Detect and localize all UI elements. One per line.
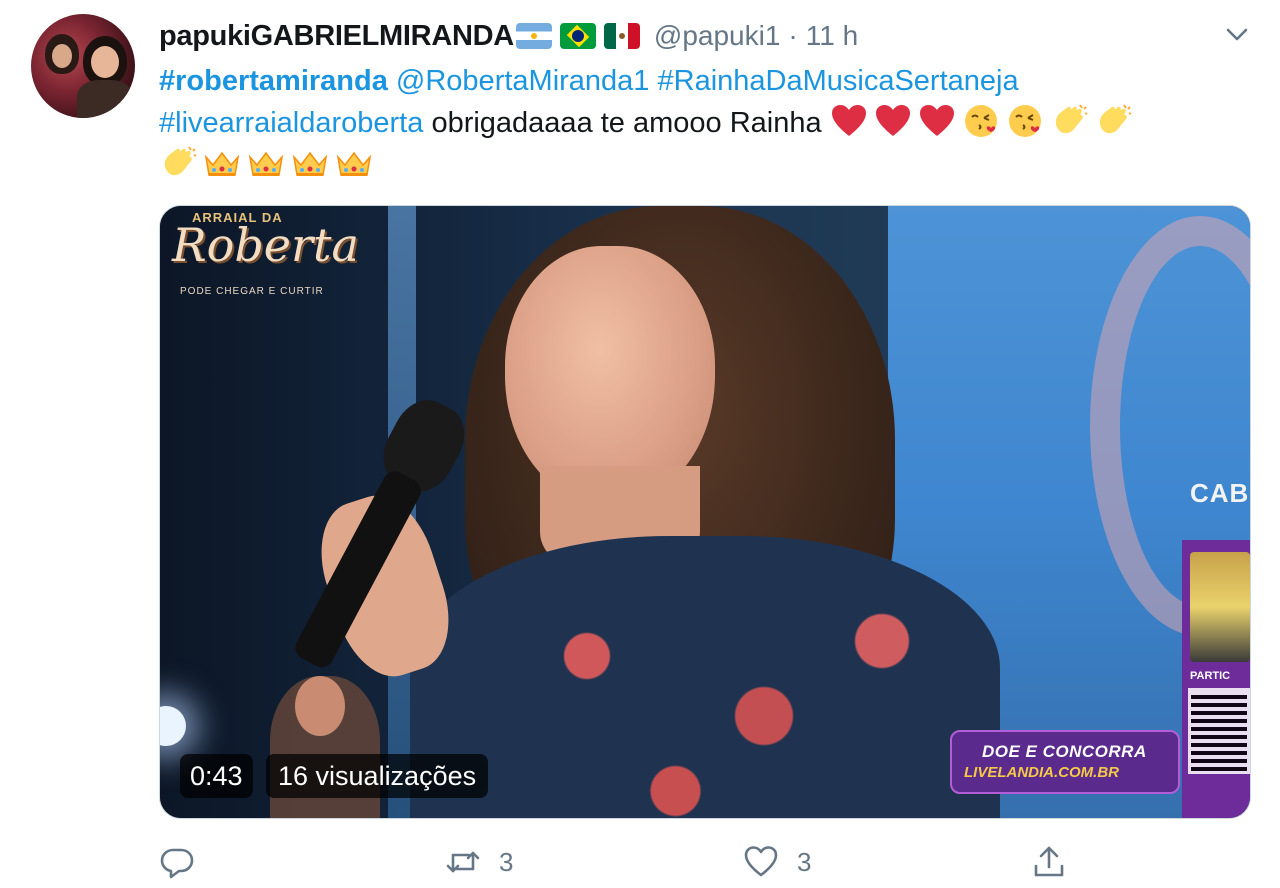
separator-dot: ·	[788, 20, 798, 51]
share-button[interactable]	[1031, 838, 1085, 886]
kiss-face-emoji-icon	[964, 105, 997, 137]
video-singer-blouse	[410, 536, 1000, 818]
author-handle[interactable]: @papuki1	[654, 20, 781, 52]
video-player[interactable]: ARRAIAL DA Roberta PODE CHEGAR E CURTIR …	[159, 205, 1251, 819]
promo-label: PARTIC	[1190, 670, 1231, 682]
hashtag-link[interactable]: #robertamiranda	[159, 65, 388, 97]
flag-brazil-icon	[559, 23, 596, 49]
video-promo-panel: PARTIC	[1182, 540, 1250, 818]
author-name[interactable]: papukiGABRIELMIRANDA	[159, 20, 514, 53]
avatar-body-right	[77, 80, 133, 118]
tweet-body-text: obrigadaaaa te amooo Rainha	[431, 107, 822, 139]
crown-emoji-icon	[336, 151, 372, 176]
retweet-icon	[446, 851, 480, 873]
tweet-header: papukiGABRIELMIRANDA @papuki1 · 11 h	[159, 16, 858, 56]
tweet-timestamp[interactable]: 11 h	[806, 20, 858, 52]
video-interpreter-face	[295, 676, 345, 736]
tweet-card[interactable]: papukiGABRIELMIRANDA @papuki1 · 11 h #ro…	[0, 0, 1280, 888]
qr-code-icon	[1188, 688, 1250, 774]
promo-artwork	[1190, 552, 1250, 662]
donation-banner-url: LIVELANDIA.COM.BR	[964, 764, 1119, 781]
heart-icon	[744, 846, 778, 877]
crown-emoji-icon	[248, 151, 284, 176]
hashtag-link[interactable]: #livearraialdaroberta	[159, 107, 423, 139]
share-icon	[1034, 846, 1064, 877]
clapping-hands-emoji-icon	[164, 146, 197, 176]
clapping-hands-emoji-icon	[1055, 104, 1088, 134]
chevron-down-icon[interactable]	[1222, 20, 1252, 50]
flag-argentina-icon	[515, 23, 552, 49]
retweet-button[interactable]: 3	[445, 838, 513, 886]
kiss-face-emoji-icon	[1008, 105, 1041, 137]
logo-name-text: Roberta	[172, 218, 359, 272]
hashtag-link[interactable]: #RainhaDaMusicaSertaneja	[658, 65, 1019, 97]
avatar-face-right	[91, 46, 119, 78]
like-button[interactable]: 3	[743, 838, 811, 886]
crown-emoji-icon	[292, 151, 328, 176]
reply-button[interactable]	[159, 838, 213, 886]
crown-emoji-icon	[204, 151, 240, 176]
heart-emoji-icon	[875, 105, 910, 136]
reply-icon	[160, 848, 194, 879]
avatar-face-left	[52, 44, 72, 68]
logo-tagline: PODE CHEGAR E CURTIR	[180, 286, 324, 297]
clapping-hands-emoji-icon	[1099, 104, 1132, 134]
retweet-count: 3	[499, 846, 514, 877]
tweet-text: #robertamiranda @RobertaMiranda1 #Rainha…	[159, 60, 1249, 186]
video-views-badge: 16 visualizações	[266, 754, 489, 798]
mention-link[interactable]: @RobertaMiranda1	[396, 65, 650, 97]
heart-emoji-icon	[831, 105, 866, 136]
heart-emoji-icon	[919, 105, 954, 136]
flag-mexico-icon	[603, 23, 640, 49]
video-overlay-text: CABA	[1190, 478, 1250, 508]
avatar[interactable]	[31, 14, 135, 118]
tweet-actions: 3 3	[159, 838, 1259, 888]
video-donation-banner: DOE E CONCORRA LIVELANDIA.COM.BR	[950, 730, 1180, 794]
donation-banner-title: DOE E CONCORRA	[982, 742, 1147, 761]
video-duration-badge: 0:43	[180, 754, 253, 798]
like-count: 3	[797, 846, 812, 877]
video-show-logo: ARRAIAL DA Roberta PODE CHEGAR E CURTIR	[172, 210, 359, 297]
